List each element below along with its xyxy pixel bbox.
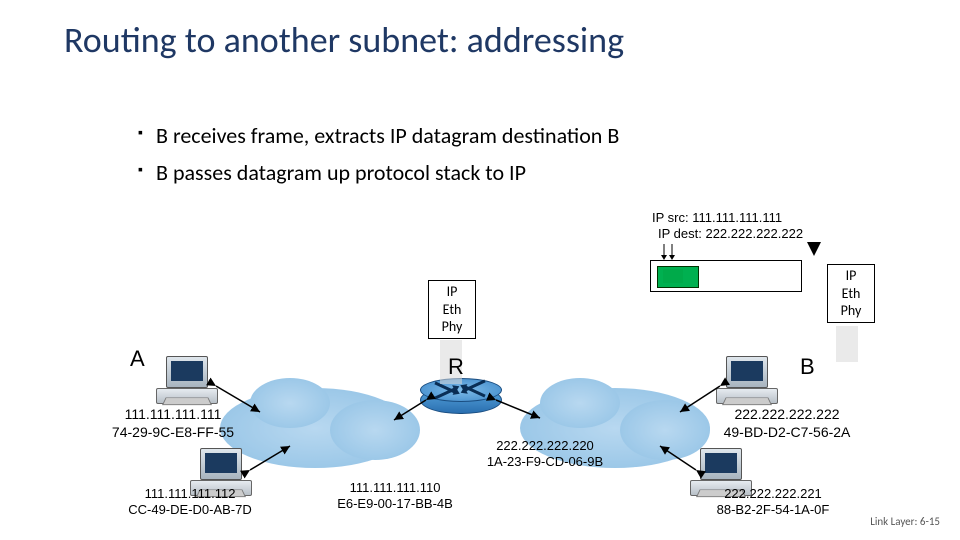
packet-arrows-icon [660,244,680,260]
ip-addr: 111.111.111.112 [120,486,260,502]
up-stack-arrow-icon [807,242,821,256]
ip-addr: 111.111.111.111 [108,406,238,424]
ip-addr: 222.222.222.222 [712,406,862,424]
mac-addr: 88-B2-2F-54-1A-0F [698,502,848,518]
protocol-stack-b: IP Eth Phy [827,264,875,323]
stack-layer: Eth [429,301,475,319]
router-left-addr: 111.111.111.110 E6-E9-00-17-BB-4B [320,480,470,513]
slide-footer: Link Layer: 6-15 [870,515,940,528]
packet-header: IP src: 111.111.111.111 IP dest: 222.222… [652,210,803,241]
bullet-list: B receives frame, extracts IP datagram d… [98,122,619,196]
router-right-addr: 222.222.222.220 1A-23-F9-CD-06-9B [470,438,620,471]
ip-src-label: IP src: [652,210,689,225]
host-a2-addr: 111.111.111.112 CC-49-DE-D0-AB-7D [120,486,260,519]
stack-layer: IP [429,283,475,301]
host-b2-addr: 222.222.222.221 88-B2-2F-54-1A-0F [698,486,848,519]
mac-addr: 74-29-9C-E8-FF-55 [108,424,238,442]
ip-addr: 111.111.111.110 [320,480,470,496]
router-icon [420,378,500,418]
subnet-cloud-right [540,378,620,428]
stack-layer: Phy [429,318,475,336]
protocol-stack-router: IP Eth Phy [428,280,476,339]
host-b-addr: 222.222.222.222 49-BD-D2-C7-56-2A [712,406,862,441]
stack-layer: IP [828,267,874,285]
slide-title: Routing to another subnet: addressing [64,18,624,62]
host-b-label: B [800,354,815,380]
stack-layer: Eth [828,285,874,303]
ip-dest-value: 222.222.222.222 [705,226,803,241]
packet-header-icon [663,269,683,283]
mac-addr: E6-E9-00-17-BB-4B [320,496,470,512]
ip-addr: 222.222.222.221 [698,486,848,502]
slide: Routing to another subnet: addressing B … [0,0,960,540]
ip-dest-label: IP dest: [658,226,702,241]
ip-addr: 222.222.222.220 [470,438,620,454]
mac-addr: CC-49-DE-D0-AB-7D [120,502,260,518]
bullet-item: B passes datagram up protocol stack to I… [138,159,619,186]
host-a-icon [156,356,220,406]
host-a-label: A [130,346,145,372]
stack-layer: Phy [828,302,874,320]
ip-src-value: 111.111.111.111 [692,210,782,225]
mac-addr: 1A-23-F9-CD-06-9B [470,454,620,470]
host-b-icon [716,356,780,406]
bullet-item: B receives frame, extracts IP datagram d… [138,122,619,149]
packet-box [650,260,802,292]
host-a-addr: 111.111.111.111 74-29-9C-E8-FF-55 [108,406,238,441]
subnet-cloud-left [330,400,420,460]
subnet-cloud-left [250,378,330,428]
router-label: R [448,354,464,380]
mac-addr: 49-BD-D2-C7-56-2A [712,424,862,442]
